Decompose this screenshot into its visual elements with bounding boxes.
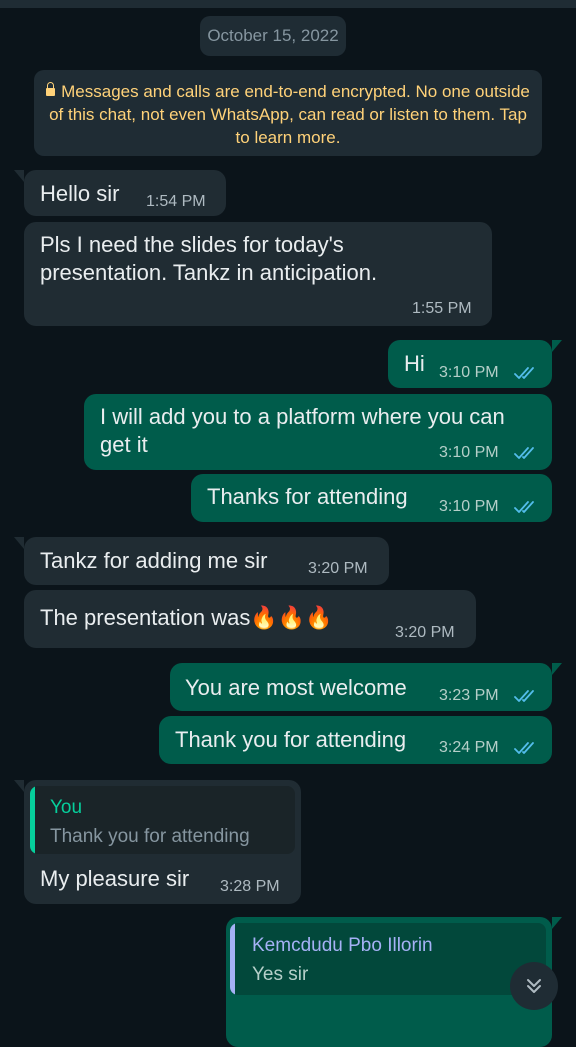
message-text: Hi — [404, 351, 425, 376]
message-time: 3:20 PM — [395, 624, 455, 641]
encryption-notice[interactable]: Messages and calls are end-to-end encryp… — [34, 70, 542, 156]
quote-author: Kemcdudu Pbo Illorin — [252, 935, 433, 956]
message-text: You are most welcome — [185, 675, 407, 700]
message-time: 1:54 PM — [146, 193, 206, 210]
double-check-icon — [514, 367, 534, 379]
encryption-text: Messages and calls are end-to-end encryp… — [49, 82, 530, 147]
chevrons-down-icon — [527, 979, 541, 993]
fire-emoji: 🔥🔥🔥 — [250, 605, 333, 630]
top-bar — [0, 0, 576, 8]
message-bubble-in[interactable]: Tankz for adding me sir 3:20 PM — [24, 537, 389, 585]
message-bubble-in[interactable]: Hello sir 1:54 PM — [24, 170, 226, 216]
quote-author: You — [50, 797, 83, 818]
quote-text: Thank you for attending — [50, 826, 250, 847]
message-bubble-out[interactable]: Thank you for attending 3:24 PM — [159, 716, 552, 764]
message-bubble-out[interactable]: Hi 3:10 PM — [388, 340, 552, 388]
double-check-icon — [514, 690, 534, 702]
bubble-tail — [552, 917, 562, 929]
bubble-tail — [552, 340, 562, 352]
message-text: Thanks for attending — [207, 484, 408, 509]
bubble-tail — [14, 537, 24, 549]
scroll-to-bottom-button[interactable] — [510, 962, 558, 1010]
bubble-tail — [552, 663, 562, 675]
quote-bar — [230, 923, 235, 995]
quote-text: Yes sir — [252, 964, 309, 985]
message-bubble-in[interactable]: Pls I need the slides for today's presen… — [24, 222, 492, 326]
message-bubble-out[interactable]: Thanks for attending 3:10 PM — [191, 474, 552, 522]
message-bubble-out[interactable]: Kemcdudu Pbo Illorin Yes sir — [226, 917, 552, 1047]
date-chip: October 15, 2022 — [200, 16, 346, 56]
message-time: 3:10 PM — [439, 498, 499, 515]
message-text: Hello sir — [40, 181, 120, 206]
message-text: Tankz for adding me sir — [40, 548, 268, 573]
quoted-message[interactable]: Kemcdudu Pbo Illorin Yes sir — [230, 923, 546, 995]
lock-icon — [46, 82, 56, 96]
double-check-icon — [514, 447, 534, 459]
double-check-icon — [514, 742, 534, 754]
message-time: 3:24 PM — [439, 739, 499, 756]
bubble-tail — [14, 170, 24, 182]
bubble-tail — [14, 780, 24, 792]
message-text: My pleasure sir — [40, 866, 190, 891]
quoted-message[interactable]: You Thank you for attending — [30, 786, 295, 854]
message-time: 1:55 PM — [412, 300, 472, 317]
message-bubble-out[interactable]: You are most welcome 3:23 PM — [170, 663, 552, 711]
double-check-icon — [514, 501, 534, 513]
message-time: 3:10 PM — [439, 444, 499, 461]
message-time: 3:20 PM — [308, 560, 368, 577]
message-bubble-in[interactable]: The presentation was🔥🔥🔥 3:20 PM — [24, 590, 476, 648]
message-time: 3:28 PM — [220, 878, 280, 895]
quote-bar — [30, 786, 35, 854]
message-bubble-in[interactable]: You Thank you for attending My pleasure … — [24, 780, 301, 904]
message-text: The presentation was🔥🔥🔥 — [40, 605, 333, 630]
message-time: 3:23 PM — [439, 687, 499, 704]
message-text: Pls I need the slides for today's presen… — [40, 232, 378, 285]
message-text: Thank you for attending — [175, 727, 407, 752]
message-bubble-out[interactable]: I will add you to a platform where you c… — [84, 394, 552, 470]
message-time: 3:10 PM — [439, 364, 499, 381]
